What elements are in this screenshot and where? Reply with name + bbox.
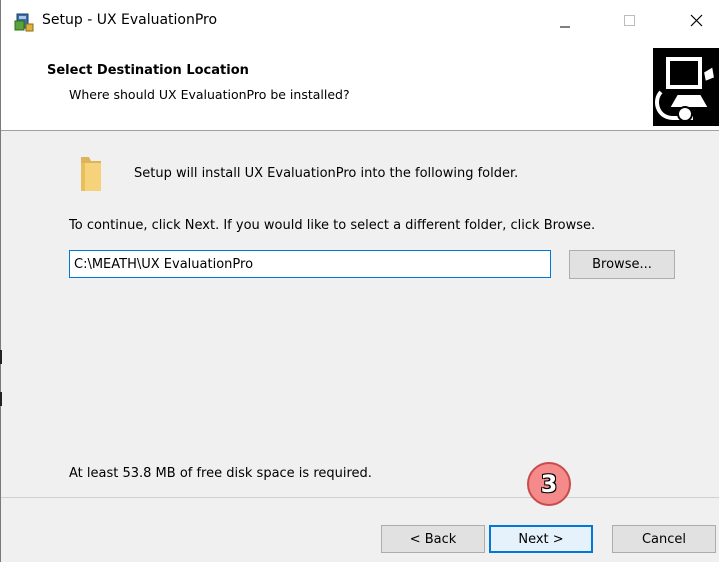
footer-divider [1, 497, 719, 498]
step-number-badge: 3 [527, 462, 571, 506]
cancel-button[interactable]: Cancel [612, 525, 716, 553]
maximize-icon[interactable] [606, 0, 652, 40]
intro-text: Setup will install UX EvaluationPro into… [134, 166, 519, 181]
wizard-header: Select Destination Location Where should… [1, 40, 719, 131]
page-subtitle: Where should UX EvaluationPro be install… [69, 87, 350, 102]
minimize-icon[interactable] [542, 0, 588, 40]
disk-space-text: At least 53.8 MB of free disk space is r… [69, 466, 372, 481]
computer-install-icon [653, 48, 719, 126]
window-title: Setup - UX EvaluationPro [42, 12, 218, 28]
folder-icon [79, 153, 103, 193]
setup-installer-icon [14, 12, 34, 32]
window-edge-mark [0, 350, 2, 364]
close-icon[interactable] [673, 0, 719, 40]
instructions-text: To continue, click Next. If you would li… [69, 218, 596, 233]
setup-window: Setup - UX EvaluationPro Select Destinat… [0, 0, 719, 562]
browse-button[interactable]: Browse... [569, 250, 675, 279]
destination-path-input[interactable] [69, 250, 551, 278]
title-bar[interactable]: Setup - UX EvaluationPro [1, 0, 719, 40]
page-title: Select Destination Location [47, 63, 249, 78]
window-edge-mark [0, 392, 2, 406]
next-button[interactable]: Next > [489, 525, 593, 553]
back-button[interactable]: < Back [381, 525, 485, 553]
